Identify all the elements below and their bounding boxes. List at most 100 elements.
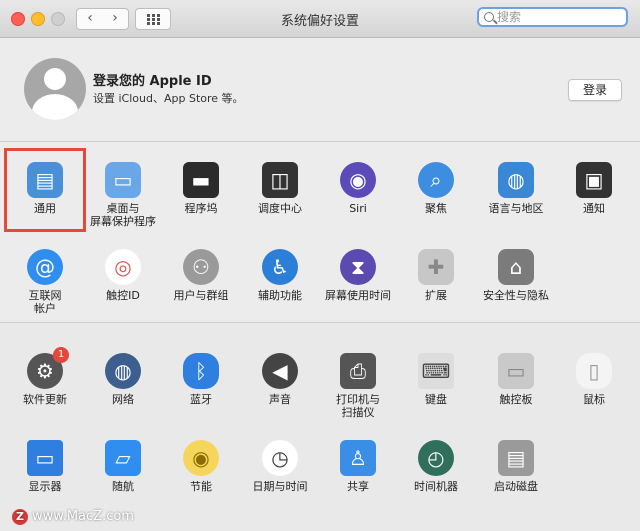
accessibility-icon: ♿ bbox=[262, 249, 298, 285]
pref-pane-dock[interactable]: ▬ 程序坞 bbox=[161, 162, 241, 215]
search-input[interactable] bbox=[497, 9, 622, 25]
pref-pane-label: 鼠标 bbox=[583, 393, 605, 406]
pref-pane-label: 语言与地区 bbox=[488, 202, 544, 215]
pref-pane-internet-accounts[interactable]: @ 互联网 帐户 bbox=[5, 249, 85, 315]
pref-pane-extensions[interactable]: ✚ 扩展 bbox=[396, 249, 476, 302]
preferences-section-personal: ▤ 通用 ▭ 桌面与 屏幕保护程序 ▬ 程序坞 ◫ 调度中心 ◉ Siri ⌕ 聚焦 ◍ 语言与地区 ▣ 通知 @… bbox=[0, 142, 640, 323]
avatar bbox=[24, 58, 86, 120]
pref-pane-label: 蓝牙 bbox=[190, 393, 212, 406]
pref-pane-desktop-screensaver[interactable]: ▭ 桌面与 屏幕保护程序 bbox=[83, 162, 163, 228]
desktop-screensaver-icon: ▭ bbox=[105, 162, 141, 198]
forward-button[interactable]: › bbox=[102, 8, 129, 30]
pref-pane-software-update[interactable]: ⚙ 1 软件更新 bbox=[5, 347, 85, 406]
startup-disk-icon: ▤ bbox=[498, 440, 534, 476]
pref-pane-printers-scanners[interactable]: ⎙ 打印机与 扫描仪 bbox=[318, 353, 398, 419]
update-count-badge: 1 bbox=[53, 347, 69, 363]
displays-icon: ▭ bbox=[27, 440, 63, 476]
pref-pane-label: 安全性与隐私 bbox=[483, 289, 549, 302]
pref-pane-spotlight[interactable]: ⌕ 聚焦 bbox=[396, 162, 476, 215]
pref-pane-notifications[interactable]: ▣ 通知 bbox=[554, 162, 634, 215]
pref-pane-sharing[interactable]: ♙ 共享 bbox=[318, 440, 398, 493]
mouse-icon: ▯ bbox=[576, 353, 612, 389]
pref-pane-screen-time[interactable]: ⧗ 屏幕使用时间 bbox=[318, 249, 398, 302]
date-time-icon: ◷ bbox=[262, 440, 298, 476]
pref-pane-label: 聚焦 bbox=[425, 202, 447, 215]
pref-pane-label: 互联网 帐户 bbox=[28, 289, 62, 315]
siri-icon: ◉ bbox=[340, 162, 376, 198]
pref-pane-label: 通知 bbox=[583, 202, 605, 215]
screen-time-icon: ⧗ bbox=[340, 249, 376, 285]
printers-scanners-icon: ⎙ bbox=[340, 353, 376, 389]
pref-pane-date-time[interactable]: ◷ 日期与时间 bbox=[240, 440, 320, 493]
spotlight-icon: ⌕ bbox=[418, 162, 454, 198]
pref-pane-label: 用户与群组 bbox=[173, 289, 229, 302]
pref-pane-label: 软件更新 bbox=[23, 393, 67, 406]
pref-pane-label: 调度中心 bbox=[258, 202, 302, 215]
pref-pane-startup-disk[interactable]: ▤ 启动磁盘 bbox=[476, 440, 556, 493]
close-window-button[interactable] bbox=[11, 12, 25, 26]
pref-pane-general[interactable]: ▤ 通用 bbox=[5, 162, 85, 215]
pref-pane-energy-saver[interactable]: ◉ 节能 bbox=[161, 440, 241, 493]
watermark: Zwww.MacZ.com bbox=[12, 509, 134, 525]
network-icon: ◍ bbox=[105, 353, 141, 389]
keyboard-icon: ⌨ bbox=[418, 353, 454, 389]
chevron-right-icon: › bbox=[112, 10, 118, 26]
pref-pane-label: 程序坞 bbox=[184, 202, 218, 215]
pref-pane-displays[interactable]: ▭ 显示器 bbox=[5, 440, 85, 493]
search-field[interactable] bbox=[477, 7, 628, 27]
pref-pane-language-region[interactable]: ◍ 语言与地区 bbox=[476, 162, 556, 215]
pref-pane-label: 声音 bbox=[269, 393, 291, 406]
pref-pane-security-privacy[interactable]: ⌂ 安全性与隐私 bbox=[476, 249, 556, 302]
zoom-window-button[interactable] bbox=[51, 12, 65, 26]
preferences-section-hardware: Zwww.MacZ.com ⚙ 1 软件更新 ◍ 网络 ᛒ 蓝牙 ◀ 声音 ⎙ 打印机与 扫描仪 ⌨ 键盘… bbox=[0, 323, 640, 531]
pref-pane-label: 节能 bbox=[190, 480, 212, 493]
pref-pane-label: 辅助功能 bbox=[258, 289, 302, 302]
pref-pane-accessibility[interactable]: ♿ 辅助功能 bbox=[240, 249, 320, 302]
pref-pane-touch-id[interactable]: ◎ 触控ID bbox=[83, 249, 163, 302]
pref-pane-sound[interactable]: ◀ 声音 bbox=[240, 353, 320, 406]
pref-pane-trackpad[interactable]: ▭ 触控板 bbox=[476, 353, 556, 406]
pref-pane-label: 启动磁盘 bbox=[494, 480, 538, 493]
sound-icon: ◀ bbox=[262, 353, 298, 389]
pref-pane-mouse[interactable]: ▯ 鼠标 bbox=[554, 353, 634, 406]
bluetooth-icon: ᛒ bbox=[183, 353, 219, 389]
users-groups-icon: ⚇ bbox=[183, 249, 219, 285]
extensions-icon: ✚ bbox=[418, 249, 454, 285]
apple-id-title: 登录您的 Apple ID bbox=[93, 74, 212, 89]
pref-pane-label: Siri bbox=[349, 202, 367, 215]
pref-pane-label: 触控ID bbox=[106, 289, 140, 302]
pref-pane-time-machine[interactable]: ◴ 时间机器 bbox=[396, 440, 476, 493]
pref-pane-mission-control[interactable]: ◫ 调度中心 bbox=[240, 162, 320, 215]
pref-pane-label: 扩展 bbox=[425, 289, 447, 302]
pref-pane-label: 桌面与 屏幕保护程序 bbox=[90, 202, 156, 228]
pref-pane-network[interactable]: ◍ 网络 bbox=[83, 353, 163, 406]
search-icon bbox=[484, 12, 494, 22]
language-region-icon: ◍ bbox=[498, 162, 534, 198]
back-button[interactable]: ‹ bbox=[76, 8, 104, 30]
notifications-icon: ▣ bbox=[576, 162, 612, 198]
pref-pane-label: 时间机器 bbox=[414, 480, 458, 493]
sharing-icon: ♙ bbox=[340, 440, 376, 476]
pref-pane-label: 随航 bbox=[112, 480, 134, 493]
pref-pane-sidecar[interactable]: ▱ 随航 bbox=[83, 440, 163, 493]
pref-pane-label: 屏幕使用时间 bbox=[325, 289, 391, 302]
time-machine-icon: ◴ bbox=[418, 440, 454, 476]
title-bar: ‹ › 系统偏好设置 bbox=[0, 0, 640, 38]
login-button[interactable]: 登录 bbox=[568, 79, 622, 101]
pref-pane-label: 打印机与 扫描仪 bbox=[336, 393, 380, 419]
pref-pane-keyboard[interactable]: ⌨ 键盘 bbox=[396, 353, 476, 406]
pref-pane-label: 通用 bbox=[34, 202, 56, 215]
show-all-button[interactable] bbox=[135, 8, 171, 30]
internet-accounts-icon: @ bbox=[27, 249, 63, 285]
pref-pane-bluetooth[interactable]: ᛒ 蓝牙 bbox=[161, 353, 241, 406]
pref-pane-label: 键盘 bbox=[425, 393, 447, 406]
pref-pane-siri[interactable]: ◉ Siri bbox=[318, 162, 398, 215]
touch-id-icon: ◎ bbox=[105, 249, 141, 285]
pref-pane-users-groups[interactable]: ⚇ 用户与群组 bbox=[161, 249, 241, 302]
sidecar-icon: ▱ bbox=[105, 440, 141, 476]
pref-pane-label: 显示器 bbox=[28, 480, 62, 493]
apple-id-subtitle: 设置 iCloud、App Store 等。 bbox=[93, 92, 244, 105]
apple-id-banner: 登录您的 Apple ID 设置 iCloud、App Store 等。 登录 bbox=[0, 38, 640, 142]
minimize-window-button[interactable] bbox=[31, 12, 45, 26]
energy-saver-icon: ◉ bbox=[183, 440, 219, 476]
